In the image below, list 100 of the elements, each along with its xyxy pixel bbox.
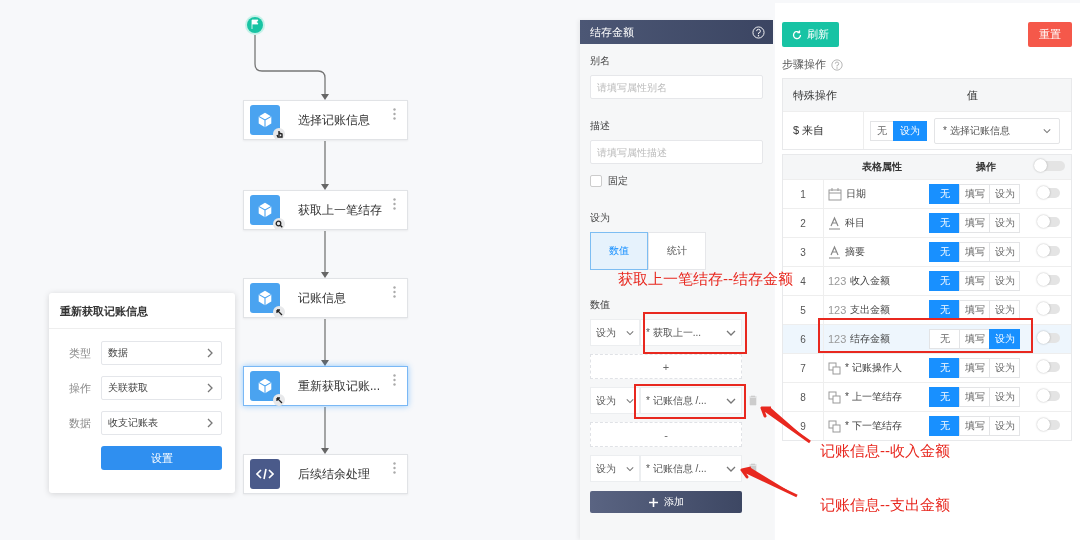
option-toggle[interactable]: 设为 bbox=[989, 271, 1020, 291]
checkbox[interactable] bbox=[590, 175, 602, 187]
add-button[interactable]: 添加 bbox=[590, 491, 742, 513]
table-cell-text: $ 来自 bbox=[792, 123, 826, 138]
option-toggle[interactable]: 填写 bbox=[959, 213, 990, 233]
attribute-row[interactable]: 8 * 上一笔结存 无 填写 设为 bbox=[783, 382, 1071, 411]
chevron-down-icon bbox=[1043, 126, 1051, 135]
more-icon[interactable] bbox=[393, 108, 396, 120]
chevron-right-icon bbox=[205, 418, 215, 428]
option-toggle[interactable]: 填写 bbox=[959, 416, 990, 436]
arrow-up-left-icon bbox=[273, 306, 285, 318]
row-number: 8 bbox=[799, 391, 807, 403]
attribute-row[interactable]: 1 日期 无 填写 设为 bbox=[783, 179, 1071, 208]
start-flag-icon bbox=[244, 14, 266, 36]
option-toggle[interactable]: 填写 bbox=[959, 329, 990, 349]
flow-node[interactable]: 获取上一笔结存 bbox=[243, 190, 408, 230]
option-toggle[interactable]: 设为 bbox=[989, 416, 1020, 436]
field-label: 描述 bbox=[590, 119, 611, 133]
chevron-right-icon bbox=[205, 348, 215, 358]
source-select[interactable]: * 记账信息 /... bbox=[640, 455, 742, 482]
attribute-name: 收入金额 bbox=[850, 274, 891, 288]
attribute-name: 日期 bbox=[846, 187, 866, 201]
number-type-mark: 123 bbox=[828, 275, 847, 287]
source-select[interactable]: * 选择记账信息 bbox=[934, 117, 1060, 144]
field-label: 别名 bbox=[590, 54, 611, 68]
option-toggle[interactable]: 设为 bbox=[989, 184, 1020, 204]
operator-button[interactable]: + bbox=[590, 354, 742, 379]
mode-select[interactable]: 设为 bbox=[590, 455, 640, 482]
node-label: 获取上一笔结存 bbox=[298, 201, 382, 219]
option-toggle[interactable]: 设为 bbox=[989, 242, 1020, 262]
attribute-row[interactable]: 5 123 支出金额 无 填写 设为 bbox=[783, 295, 1071, 324]
toggle-switch[interactable] bbox=[1038, 188, 1060, 198]
source-select[interactable]: * 获取上一... bbox=[640, 319, 742, 346]
more-icon[interactable] bbox=[393, 286, 396, 298]
chevron-down-icon bbox=[626, 328, 634, 337]
select-field[interactable]: 收支记账表 bbox=[101, 411, 222, 435]
annotation-arrow bbox=[740, 466, 799, 498]
more-icon[interactable] bbox=[393, 462, 396, 474]
field-label: 数据 bbox=[69, 415, 92, 431]
option-toggle[interactable]: 设为 bbox=[989, 358, 1020, 378]
option-toggle[interactable]: 填写 bbox=[959, 358, 990, 378]
segment-option[interactable]: 统计 bbox=[648, 232, 706, 270]
settings-button[interactable]: 设置 bbox=[101, 446, 222, 470]
row-number: 3 bbox=[799, 246, 807, 258]
number-type-mark: 123 bbox=[828, 333, 847, 345]
mode-select[interactable]: 设为 bbox=[590, 387, 640, 414]
toggle-switch[interactable] bbox=[1038, 333, 1060, 343]
option-toggle[interactable]: 设为 bbox=[989, 213, 1020, 233]
connector-arrow bbox=[321, 318, 329, 366]
operator-button[interactable]: - bbox=[590, 422, 742, 447]
flow-node[interactable]: 后续结余处理 bbox=[243, 454, 408, 494]
option-toggle[interactable]: 无 bbox=[929, 329, 960, 349]
chevron-down-icon bbox=[626, 464, 634, 473]
attribute-row[interactable]: 6 123 结存金额 无 填写 设为 bbox=[783, 324, 1071, 353]
chevron-down-icon bbox=[626, 396, 634, 405]
toggle-switch[interactable] bbox=[1038, 420, 1060, 430]
row-number: 5 bbox=[799, 304, 807, 316]
flow-node[interactable]: 重新获取记账... bbox=[243, 366, 408, 406]
toggle-switch[interactable] bbox=[1038, 217, 1060, 227]
flow-node[interactable]: 选择记账信息 bbox=[243, 100, 408, 140]
option-toggle[interactable]: 设为 bbox=[989, 300, 1020, 320]
mode-select[interactable]: 设为 bbox=[590, 319, 640, 346]
more-icon[interactable] bbox=[393, 374, 396, 386]
row-number: 4 bbox=[799, 275, 807, 287]
attribute-name: 支出金额 bbox=[850, 303, 891, 317]
attribute-row[interactable]: 2 科目 无 填写 设为 bbox=[783, 208, 1071, 237]
row-number: 9 bbox=[799, 420, 807, 432]
option-toggle[interactable]: 填写 bbox=[959, 242, 990, 262]
select-field[interactable]: 关联获取 bbox=[101, 376, 222, 400]
node-label: 选择记账信息 bbox=[298, 111, 370, 129]
option-toggle[interactable]: 设为 bbox=[989, 387, 1020, 407]
linked-squares-icon bbox=[828, 361, 841, 375]
attribute-name: 摘要 bbox=[845, 245, 865, 259]
field-label: 数值 bbox=[590, 298, 611, 312]
toggle-switch[interactable] bbox=[1038, 362, 1060, 372]
plus-icon bbox=[648, 497, 658, 507]
select-field[interactable]: 数据 bbox=[101, 341, 222, 365]
code-icon bbox=[256, 467, 274, 481]
section-label: 步骤操作 bbox=[782, 57, 826, 72]
toggle-switch[interactable] bbox=[1038, 304, 1060, 314]
toggle-switch[interactable] bbox=[1038, 275, 1060, 285]
option-toggle[interactable]: 填写 bbox=[959, 184, 990, 204]
attribute-row[interactable]: 7 * 记账操作人 无 填写 设为 bbox=[783, 353, 1071, 382]
source-select[interactable]: * 记账信息 /... bbox=[640, 387, 742, 414]
attribute-name: 结存金额 bbox=[850, 332, 891, 346]
attribute-row[interactable]: 9 * 下一笔结存 无 填写 设为 bbox=[783, 411, 1071, 440]
column-header: 特殊操作 bbox=[792, 87, 838, 103]
option-toggle[interactable]: 填写 bbox=[959, 271, 990, 291]
refresh-icon bbox=[792, 29, 802, 40]
more-icon[interactable] bbox=[393, 198, 396, 210]
option-toggle[interactable]: 填写 bbox=[959, 387, 990, 407]
annotation-text: 记账信息--收入金额 bbox=[820, 442, 950, 461]
attribute-row[interactable]: 3 摘要 无 填写 设为 bbox=[783, 237, 1071, 266]
toggle-switch[interactable] bbox=[1038, 391, 1060, 401]
option-toggle[interactable]: 无 bbox=[870, 120, 894, 141]
flow-node[interactable]: 记账信息 bbox=[243, 278, 408, 318]
toggle-switch[interactable] bbox=[1038, 246, 1060, 256]
hand-pointer-icon bbox=[273, 128, 285, 140]
checkbox-label: 固定 bbox=[608, 174, 628, 188]
toggle-switch[interactable] bbox=[1035, 161, 1065, 171]
